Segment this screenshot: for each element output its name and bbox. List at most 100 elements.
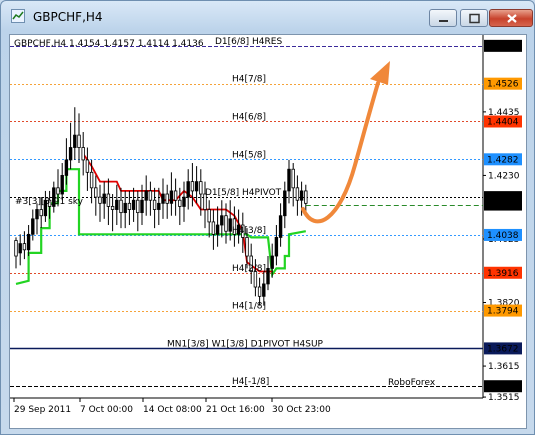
- maximize-icon: [469, 13, 480, 24]
- candle-body: [18, 243, 22, 254]
- candle-body: [89, 171, 94, 189]
- price-tag-label: 1.3550: [487, 382, 519, 392]
- time-tick-label: 7 Oct 00:00: [80, 405, 133, 415]
- level-label: D1[5/8] H4PIVOT: [205, 188, 282, 198]
- candle-body: [140, 199, 144, 214]
- candle-body: [144, 190, 148, 201]
- candle-body: [194, 181, 199, 192]
- candle-body: [119, 199, 123, 214]
- candle-body: [304, 190, 308, 204]
- chart-info-header: GBPCHF,H4 1.4154 1.4157 1.4114 1.4136: [14, 39, 204, 49]
- price-tag-label: 1.4136: [487, 201, 519, 211]
- candle-body: [169, 190, 174, 204]
- candle-body: [161, 193, 165, 204]
- candle-body: [110, 206, 115, 210]
- candle-body: [131, 199, 136, 210]
- level-label: H4[-1/8]: [232, 377, 269, 387]
- time-tick-label: 30 Oct 23:00: [272, 405, 331, 415]
- time-tick-label: 29 Sep 2011: [14, 405, 71, 415]
- level-label: H4[6/8]: [232, 112, 266, 122]
- candle-body: [94, 187, 98, 198]
- maximize-button[interactable]: [460, 9, 488, 27]
- candle-body: [173, 190, 178, 201]
- candle-body: [123, 202, 127, 214]
- candle-body: [56, 187, 60, 195]
- candle-body: [299, 190, 304, 201]
- candle-body: [77, 134, 81, 148]
- candle-body: [60, 175, 64, 195]
- candle-body: [211, 221, 216, 235]
- candle-body: [215, 224, 220, 235]
- time-tick-label: 14 Oct 08:00: [143, 405, 202, 415]
- candle-body: [26, 233, 31, 251]
- level-label: H4[3/8]: [232, 226, 266, 236]
- price-chart[interactable]: D1[6/8] H4RES H4[7/8] H4[6/8] H4[5/8] D1[5/8…: [10, 35, 526, 428]
- candle-body: [22, 243, 27, 251]
- level-label: H4[2/8]: [232, 264, 266, 274]
- candle-body: [85, 159, 90, 173]
- chart-app-icon: [11, 9, 25, 23]
- price-tag-label: 1.3672: [487, 344, 519, 354]
- price-tag-label: 1.4282: [487, 155, 519, 165]
- candle-body: [253, 271, 258, 288]
- price-tag-label: 1.4648: [487, 42, 519, 52]
- candle-body: [73, 134, 77, 148]
- candle-body: [157, 202, 161, 210]
- price-tick-label: 1.3515: [488, 393, 520, 403]
- close-icon: [507, 14, 517, 23]
- minimize-icon: [439, 20, 448, 22]
- candle-body: [35, 209, 39, 220]
- price-tag-label: 1.3916: [487, 269, 519, 279]
- candle-body: [220, 215, 224, 226]
- title-bar[interactable]: GBPCHF,H4: [1, 1, 534, 35]
- level-label: H4[1/8]: [232, 302, 266, 312]
- candle-body: [31, 218, 35, 235]
- chart-frame[interactable]: D1[6/8] H4RES H4[7/8] H4[6/8] H4[5/8] D1[5/8…: [9, 34, 527, 429]
- minimize-button[interactable]: [429, 9, 457, 27]
- level-label: MN1[3/8] W1[3/8] D1PIVOT H4SUP: [167, 339, 324, 349]
- candle-body: [287, 168, 291, 192]
- side-indicator-label: #3[3][3]91 sky: [15, 197, 84, 207]
- level-label: D1[6/8] H4RES: [215, 37, 282, 47]
- candle-body: [266, 268, 270, 285]
- candle-body: [102, 193, 106, 204]
- candle-body: [68, 147, 73, 161]
- candle-body: [115, 199, 119, 210]
- price-tag-label: 1.3794: [487, 307, 519, 317]
- chart-window: GBPCHF,H4 D1[6/8] H4RES H4[7/8] H4[6/8] H4[…: [0, 0, 535, 435]
- candle-body: [127, 202, 132, 210]
- price-tick-label: 1.4230: [488, 171, 520, 181]
- candle-body: [148, 190, 153, 201]
- candle-body: [278, 215, 283, 238]
- price-tick-label: 1.3615: [488, 362, 520, 372]
- candle-body: [136, 199, 140, 214]
- window-title: GBPCHF,H4: [33, 10, 103, 24]
- close-button[interactable]: [489, 9, 533, 27]
- candle-body: [186, 181, 190, 198]
- candle-body: [291, 168, 295, 189]
- candle-body: [39, 209, 43, 217]
- candle-body: [182, 196, 186, 207]
- price-tag-label: 1.4404: [487, 117, 519, 127]
- candle-body: [245, 237, 249, 257]
- candle-body: [178, 199, 182, 207]
- candle-body: [224, 215, 228, 232]
- candle-body: [81, 147, 85, 161]
- candle-body: [152, 199, 157, 210]
- candle-body: [106, 193, 111, 207]
- level-label: H4[5/8]: [232, 150, 266, 160]
- candle-body: [165, 193, 169, 204]
- price-tag-label: 1.4526: [487, 80, 519, 90]
- candle-body: [14, 240, 18, 257]
- candle-body: [190, 181, 195, 192]
- candle-body: [262, 283, 266, 297]
- candle-body: [98, 196, 102, 204]
- candle-body: [207, 209, 211, 223]
- time-tick-label: 21 Oct 16:00: [206, 405, 265, 415]
- candle-body: [283, 190, 287, 217]
- candle-body: [295, 187, 300, 201]
- candle-body: [274, 237, 279, 257]
- candle-body: [257, 286, 262, 297]
- candle-body: [270, 255, 274, 269]
- candle-body: [199, 181, 203, 195]
